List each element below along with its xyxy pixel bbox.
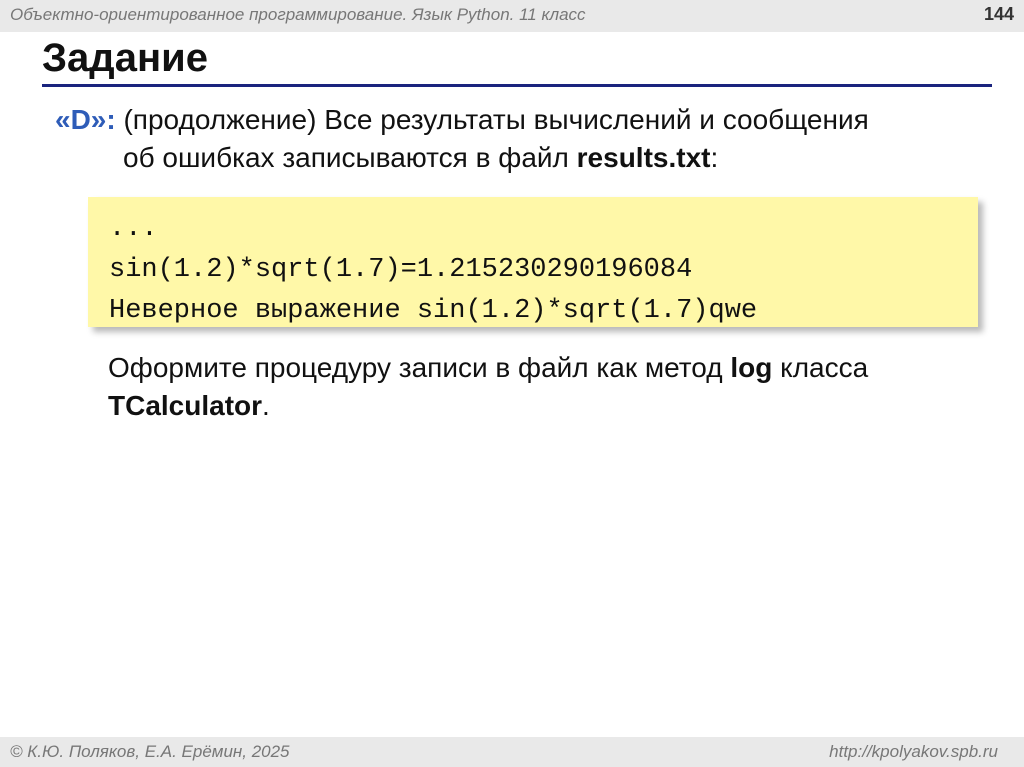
task-line2-start: об ошибках записываются в файл — [123, 142, 577, 173]
footer-bar: © К.Ю. Поляков, Е.А. Ерёмин, 2025 http:/… — [0, 737, 1024, 767]
copyright-text: © К.Ю. Поляков, Е.А. Ерёмин, 2025 — [10, 742, 290, 761]
course-title: Объектно-ориентированное программировани… — [10, 5, 586, 24]
note-text-3: . — [262, 390, 270, 421]
site-url: http://kpolyakov.spb.ru — [829, 742, 998, 761]
code-example: ... sin(1.2)*sqrt(1.7)=1.215230290196084 Н… — [109, 209, 757, 332]
note-text-1: Оформите процедуру записи в файл как мет… — [108, 352, 731, 383]
code-example-box: ... sin(1.2)*sqrt(1.7)=1.215230290196084 Н… — [88, 197, 978, 327]
title-divider — [42, 84, 992, 87]
method-name: log — [730, 352, 773, 383]
results-filename: results.txt — [576, 142, 711, 173]
task-line2: об ошибках записываются в файл results.t… — [55, 139, 985, 177]
instruction-note: Оформите процедуру записи в файл как мет… — [108, 349, 988, 425]
task-line2-end: : — [710, 142, 719, 173]
slide-title: Задание — [42, 36, 208, 80]
task-description: «D»: (продолжение) Все результаты вычисл… — [55, 101, 985, 177]
task-line1: (продолжение) Все результаты вычислений … — [115, 104, 869, 135]
header-bar: Объектно-ориентированное программировани… — [0, 0, 1024, 32]
note-text-2: класса — [772, 352, 869, 383]
class-name: TCalculator — [108, 390, 263, 421]
task-label: «D»: — [55, 104, 116, 135]
code-line: sin(1.2)*sqrt(1.7)=1.215230290196084 — [109, 255, 693, 285]
page-number: 144 — [983, 4, 1014, 24]
code-line: Неверное выражение sin(1.2)*sqrt(1.7)qwe — [109, 296, 758, 326]
code-line: ... — [109, 214, 158, 244]
